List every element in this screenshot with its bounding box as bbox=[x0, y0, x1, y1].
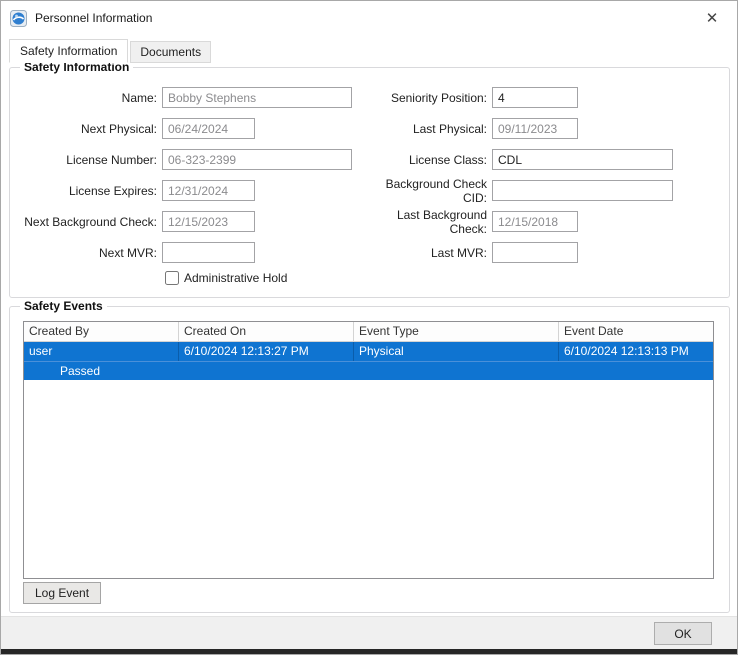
license-class-label: License Class: bbox=[408, 152, 487, 167]
safety-information-form: Name: Seniority Position: Next Physical:… bbox=[12, 82, 727, 268]
column-header-event-type[interactable]: Event Type bbox=[354, 322, 559, 342]
table-empty-area bbox=[24, 380, 713, 578]
safety-events-group: Safety Events Created By Created On Even… bbox=[9, 299, 730, 613]
next-mvr-field[interactable] bbox=[162, 242, 255, 263]
cell-event-type: Physical bbox=[354, 342, 559, 361]
cell-created-on: 6/10/2024 12:13:27 PM bbox=[179, 342, 354, 361]
seniority-position-field[interactable] bbox=[492, 87, 578, 108]
table-row-detail[interactable]: Passed bbox=[24, 361, 713, 380]
field-last-background-check: Last Background Check: bbox=[364, 206, 727, 237]
administrative-hold-label: Administrative Hold bbox=[184, 271, 288, 285]
tab-documents[interactable]: Documents bbox=[130, 41, 212, 63]
next-background-check-field[interactable] bbox=[162, 211, 255, 232]
tab-strip: Safety Information Documents bbox=[9, 39, 213, 63]
license-number-field[interactable] bbox=[162, 149, 352, 170]
field-next-physical: Next Physical: bbox=[12, 113, 364, 144]
administrative-hold-checkbox[interactable] bbox=[165, 271, 179, 285]
field-name: Name: bbox=[12, 82, 364, 113]
last-background-check-label: Last Background Check: bbox=[396, 207, 487, 236]
dialog-footer: OK bbox=[1, 616, 737, 649]
column-header-created-by[interactable]: Created By bbox=[24, 322, 179, 342]
name-label: Name: bbox=[121, 90, 157, 105]
close-icon[interactable]: ✕ bbox=[696, 4, 728, 32]
column-header-created-on[interactable]: Created On bbox=[179, 322, 354, 342]
app-icon bbox=[10, 9, 27, 27]
next-physical-label: Next Physical: bbox=[80, 121, 157, 136]
tab-safety-information[interactable]: Safety Information bbox=[9, 39, 129, 63]
personnel-information-dialog: Personnel Information ✕ Safety Informati… bbox=[0, 0, 738, 655]
license-expires-label: License Expires: bbox=[68, 183, 157, 198]
log-event-button[interactable]: Log Event bbox=[23, 582, 102, 604]
field-last-mvr: Last MVR: bbox=[364, 237, 727, 268]
safety-events-group-title: Safety Events bbox=[20, 299, 107, 313]
last-mvr-field[interactable] bbox=[492, 242, 578, 263]
field-license-expires: License Expires: bbox=[12, 175, 364, 206]
field-last-physical: Last Physical: bbox=[364, 113, 727, 144]
next-background-check-label: Next Background Check: bbox=[24, 214, 157, 229]
name-field[interactable] bbox=[162, 87, 352, 108]
safety-events-table-header: Created By Created On Event Type Event D… bbox=[24, 322, 713, 342]
next-mvr-label: Next MVR: bbox=[98, 245, 157, 260]
field-license-number: License Number: bbox=[12, 144, 364, 175]
last-physical-field[interactable] bbox=[492, 118, 578, 139]
seniority-position-label: Seniority Position: bbox=[390, 90, 487, 105]
safety-events-table: Created By Created On Event Type Event D… bbox=[23, 321, 714, 579]
last-mvr-label: Last MVR: bbox=[430, 245, 487, 260]
window-title: Personnel Information bbox=[35, 11, 153, 25]
background-check-cid-field[interactable] bbox=[492, 180, 673, 201]
background-check-cid-label: Background Check CID: bbox=[385, 176, 487, 205]
ok-button[interactable]: OK bbox=[654, 622, 712, 645]
last-background-check-field[interactable] bbox=[492, 211, 578, 232]
field-license-class: License Class: bbox=[364, 144, 727, 175]
next-physical-field[interactable] bbox=[162, 118, 255, 139]
column-header-event-date[interactable]: Event Date bbox=[559, 322, 713, 342]
safety-information-group: Safety Information Name: Seniority Posit… bbox=[9, 60, 730, 298]
last-physical-label: Last Physical: bbox=[412, 121, 487, 136]
license-expires-field[interactable] bbox=[162, 180, 255, 201]
table-row[interactable]: user 6/10/2024 12:13:27 PM Physical 6/10… bbox=[24, 342, 713, 361]
field-seniority-position: Seniority Position: bbox=[364, 82, 727, 113]
cell-created-by: user bbox=[24, 342, 179, 361]
field-background-check-cid: Background Check CID: bbox=[364, 175, 727, 206]
window-bottom-edge bbox=[1, 649, 737, 654]
title-bar: Personnel Information ✕ bbox=[1, 1, 737, 35]
administrative-hold-row: Administrative Hold bbox=[165, 271, 287, 285]
field-next-background-check: Next Background Check: bbox=[12, 206, 364, 237]
license-class-field[interactable] bbox=[492, 149, 673, 170]
field-next-mvr: Next MVR: bbox=[12, 237, 364, 268]
license-number-label: License Number: bbox=[66, 152, 157, 167]
cell-event-date: 6/10/2024 12:13:13 PM bbox=[564, 344, 689, 358]
